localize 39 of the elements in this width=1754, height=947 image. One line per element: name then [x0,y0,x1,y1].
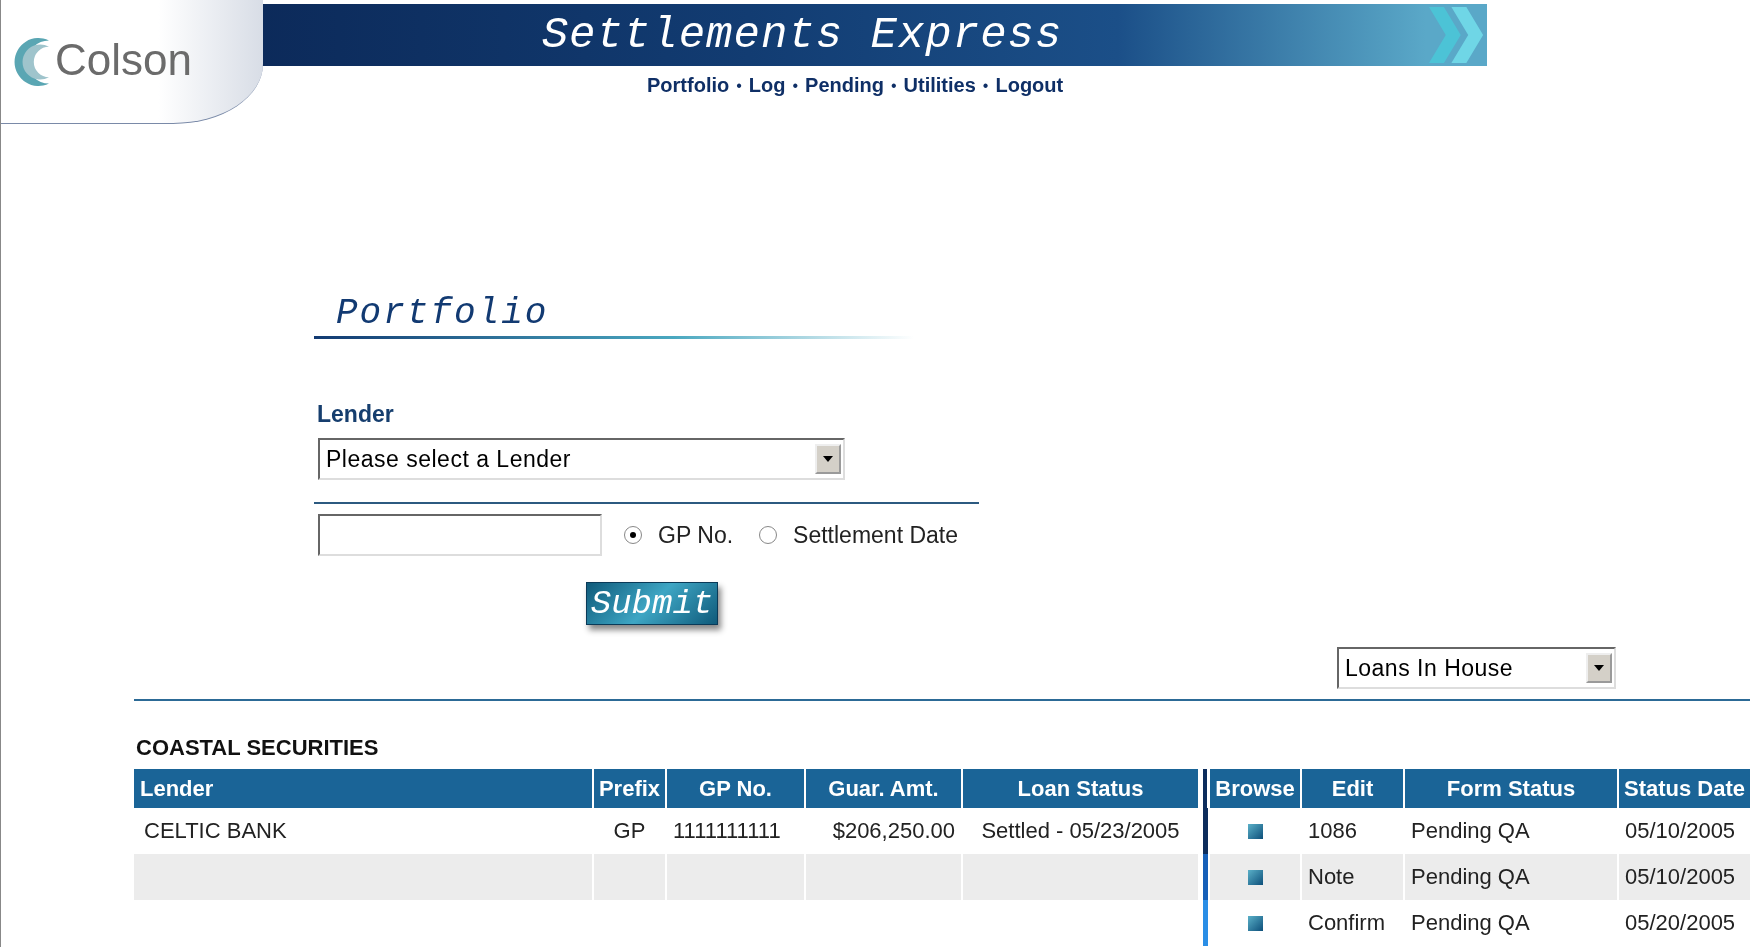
column-header: Lender [134,769,594,808]
logo-text: Colson [55,34,192,85]
nav-link[interactable]: Log [748,74,786,97]
column-header: Guar. Amt. [806,769,963,808]
column-header: GP No. [667,769,806,808]
table-cell: 05/10/2005 [1619,854,1752,900]
nav-separator: • [736,76,742,95]
view-select[interactable]: Loans In House [1337,647,1616,689]
radio-button[interactable] [624,526,643,544]
page-title: Portfolio [335,293,550,334]
nav-link[interactable]: Logout [995,74,1064,97]
lender-label: Lender [316,401,395,428]
column-header: Prefix [594,769,667,808]
column-header: Status Date [1619,769,1752,808]
section-title: COASTAL SECURITIES [136,735,380,761]
nav-separator: • [982,76,989,95]
browse-icon[interactable] [1247,869,1263,885]
table-cell: Note [1302,854,1405,900]
caret-icon [823,456,833,462]
browse-icon[interactable] [1247,915,1263,931]
lender-select[interactable]: Please select a Lender [318,438,845,480]
nav-separator: • [891,76,897,95]
nav-separator: • [792,76,799,95]
column-header: Edit [1302,769,1405,808]
column-header: Form Status [1405,769,1619,808]
radio-button[interactable] [759,526,778,544]
table-cell: Pending QA [1405,854,1619,900]
search-input[interactable] [318,514,603,556]
nav-link[interactable]: Pending [805,74,884,97]
submit-button[interactable]: Submit [586,582,718,625]
caret-icon [1594,665,1604,671]
nav-link[interactable]: Utilities [903,74,976,97]
nav-link[interactable]: Portfolio [647,74,730,97]
column-header: Browse [1210,769,1302,808]
site-title: Settlements Express [541,10,1063,60]
radio-label: GP No. [658,521,734,549]
column-header: Loan Status [963,769,1200,808]
radio-label: Settlement Date [793,521,958,549]
browse-icon[interactable] [1247,823,1263,839]
